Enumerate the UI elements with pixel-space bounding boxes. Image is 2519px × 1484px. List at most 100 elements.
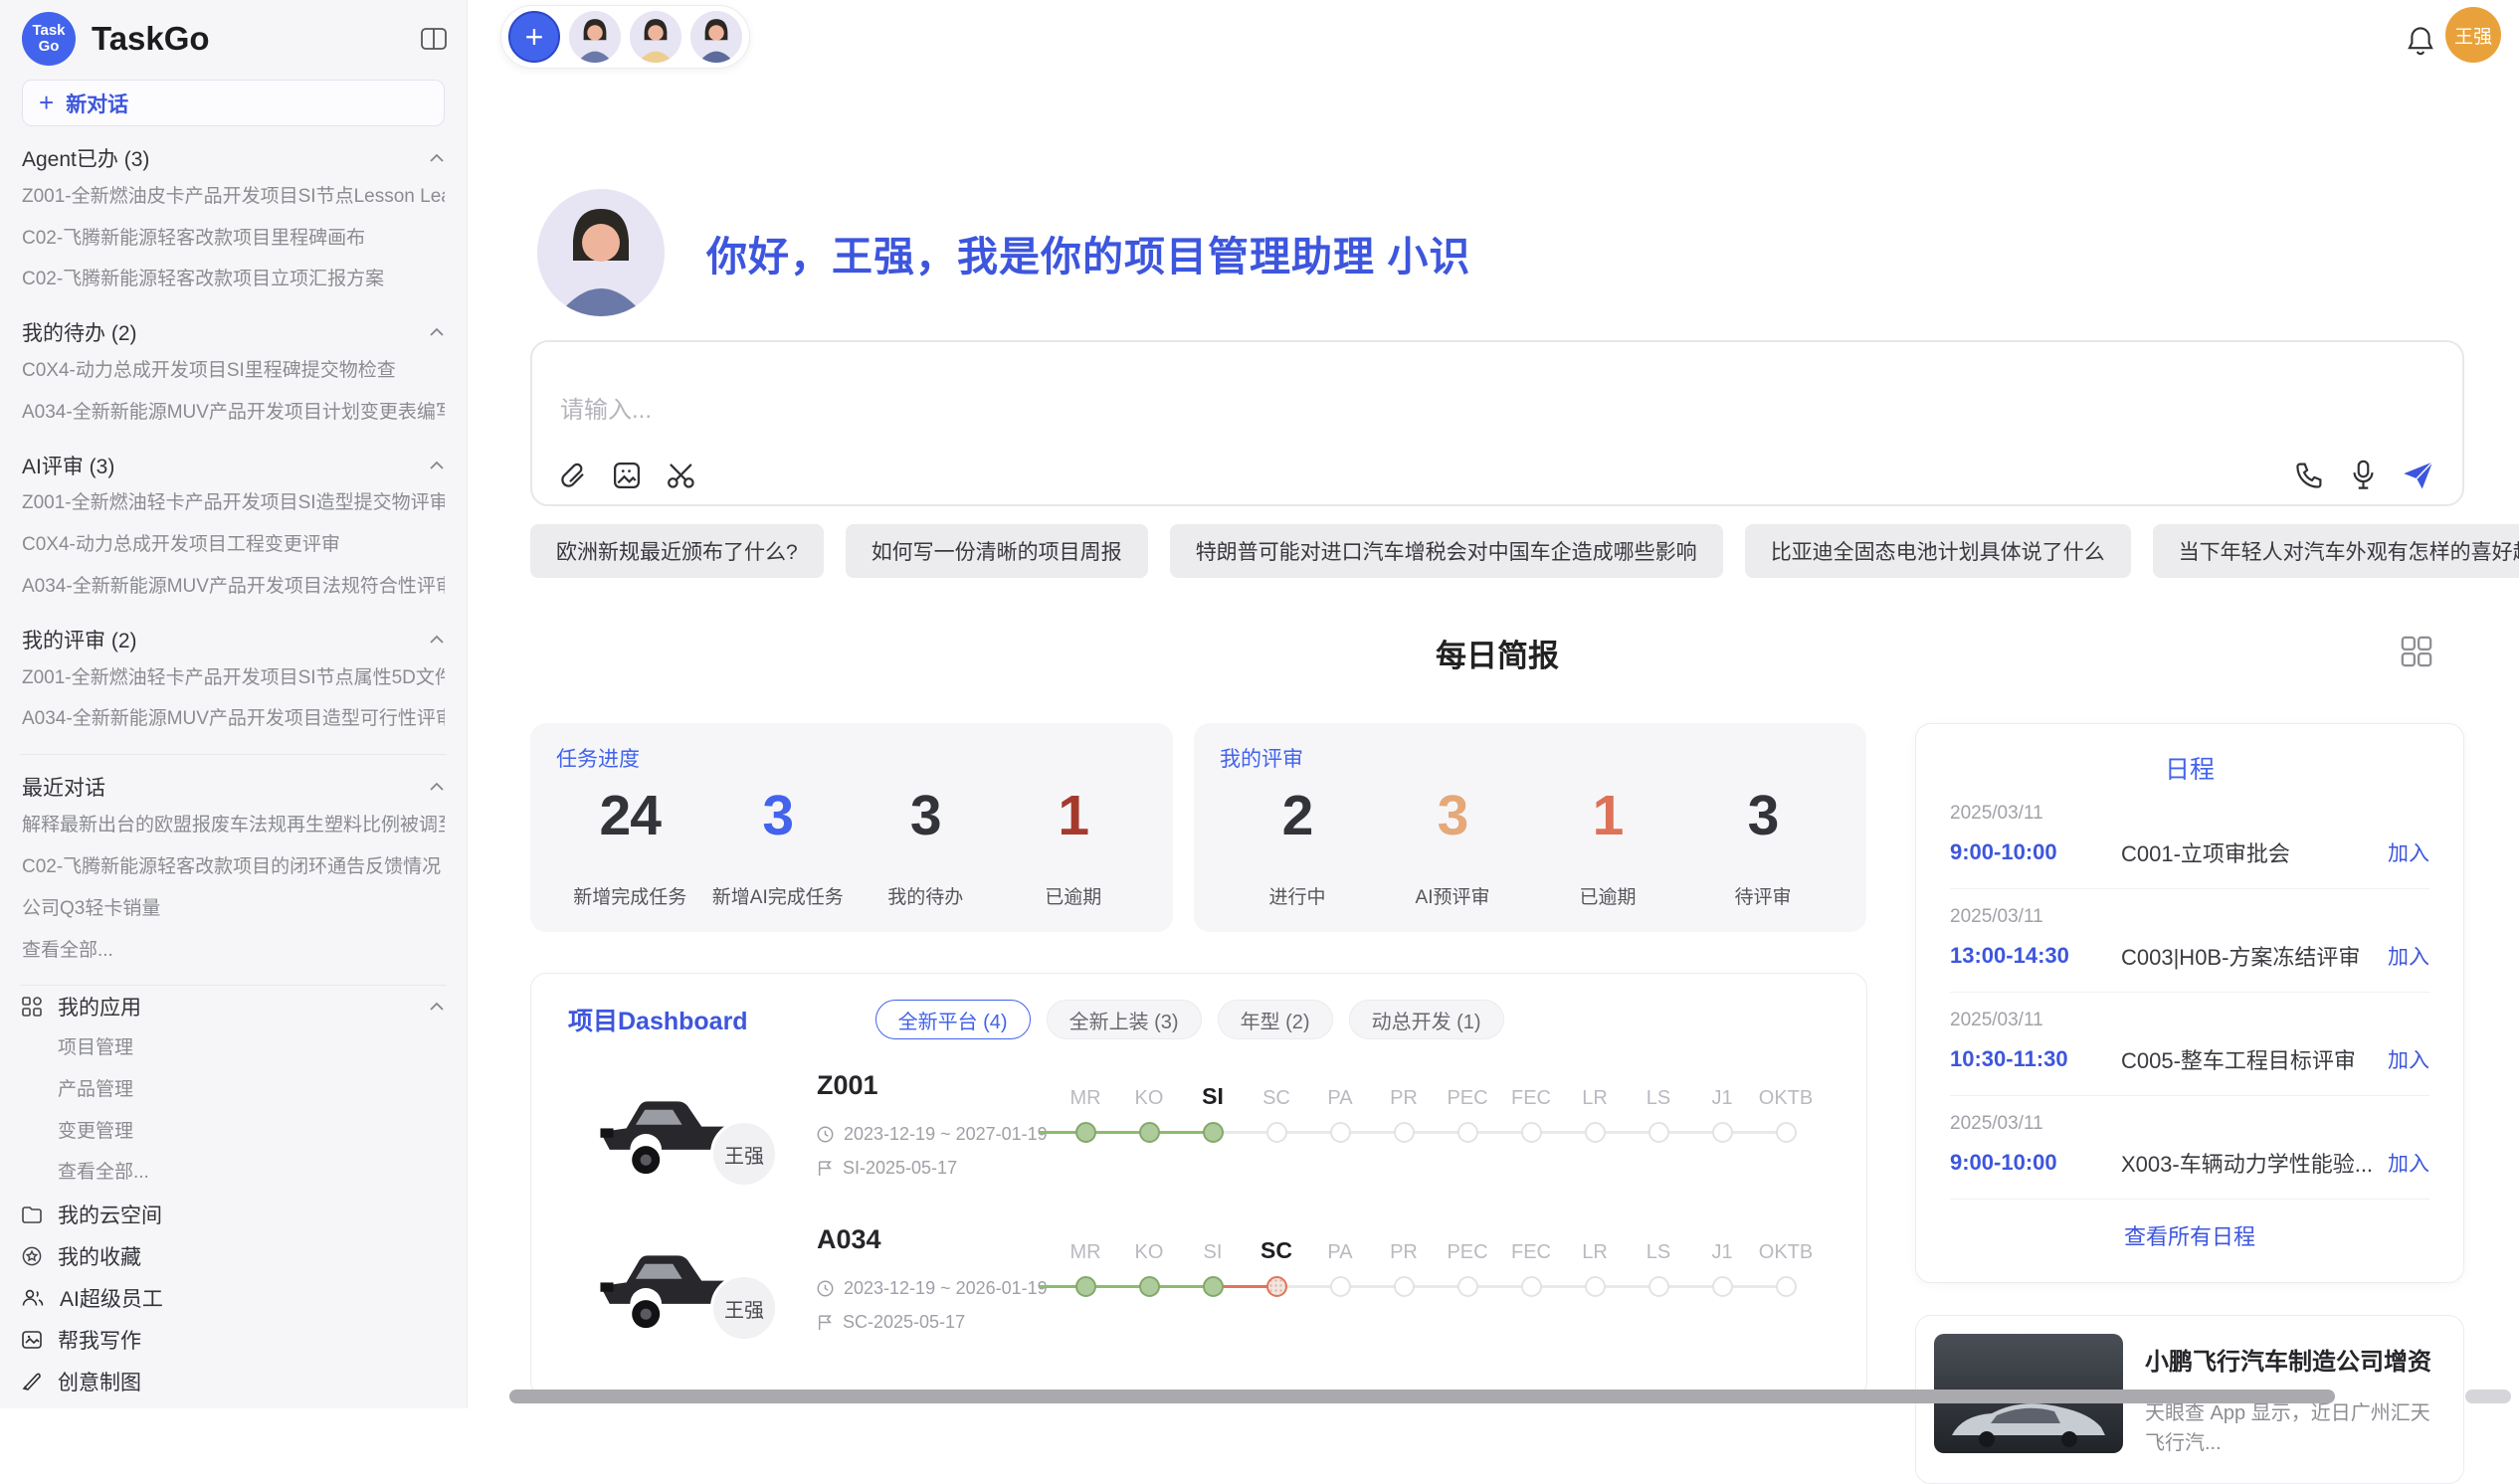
- milestone-j1: J1: [1690, 1228, 1754, 1308]
- project-row[interactable]: 王强 A034 2023-12-19 ~ 2026-01-19 SC-2025-…: [531, 1222, 1867, 1372]
- scissors-icon[interactable]: [666, 461, 697, 490]
- view-all-chats[interactable]: 查看全部...: [22, 930, 445, 972]
- avatar[interactable]: [630, 11, 681, 63]
- attachment-icon[interactable]: [558, 461, 588, 490]
- event-time: 10:30-11:30: [1950, 1046, 2121, 1072]
- suggestion-chip[interactable]: 当下年轻人对汽车外观有怎样的喜好趋势: [2153, 524, 2519, 578]
- avatar[interactable]: [569, 11, 621, 63]
- suggestion-chip[interactable]: 欧洲新规最近颁布了什么?: [530, 524, 824, 578]
- add-agent-button[interactable]: +: [508, 11, 560, 63]
- milestone-mr: MR: [1054, 1074, 1117, 1154]
- chat-input[interactable]: [560, 390, 2052, 450]
- list-item[interactable]: C02-飞腾新能源轻客改款项目里程碑画布: [22, 218, 445, 260]
- schedule-event: 2025/03/11 9:00-10:00 C001-立项审批会 加入: [1950, 786, 2429, 889]
- list-item[interactable]: C0X4-动力总成开发项目工程变更评审: [22, 524, 445, 566]
- sidebar-item-ai-super-staff[interactable]: AI超级员工: [22, 1277, 445, 1319]
- list-item[interactable]: A034-全新新能源MUV产品开发项目计划变更表编写: [22, 392, 445, 434]
- ai-super-staff-label: AI超级员工: [60, 1283, 163, 1313]
- tab-powertrain[interactable]: 动总开发 (1): [1349, 1000, 1504, 1039]
- stat: 1 已逾期: [1530, 783, 1685, 909]
- list-item[interactable]: Z001-全新燃油轻卡产品开发项目SI造型提交物评审: [22, 482, 445, 524]
- chevron-up-icon: [429, 635, 445, 645]
- horizontal-scrollbar-thumb[interactable]: [509, 1390, 2335, 1403]
- suggestion-chip[interactable]: 特朗普可能对进口汽车增税会对中国车企造成哪些影响: [1170, 524, 1723, 578]
- sidebar-item-my-apps[interactable]: 我的应用: [22, 986, 445, 1027]
- notifications-bell-icon[interactable]: [2406, 26, 2435, 58]
- project-row[interactable]: 王强 Z001 2023-12-19 ~ 2027-01-19 SI-2025-…: [531, 1068, 1867, 1217]
- event-name: C005-整车工程目标评审: [2121, 1043, 2388, 1075]
- send-icon[interactable]: [2403, 461, 2434, 490]
- stat-value: 2: [1220, 783, 1375, 848]
- stat: 3 我的待办: [852, 783, 1000, 909]
- microphone-icon[interactable]: [2350, 460, 2377, 490]
- new-chat-button[interactable]: + 新对话: [22, 80, 445, 126]
- sidebar-item-project-mgmt[interactable]: 项目管理: [22, 1027, 445, 1069]
- sidebar-item-favorites[interactable]: 我的收藏: [22, 1235, 445, 1277]
- logo-text-bottom: Go: [39, 39, 60, 55]
- owner-badge: 王强: [710, 1274, 778, 1342]
- stat-label: 我的待办: [852, 882, 1000, 909]
- stat-value: 1: [1530, 783, 1685, 848]
- schedule-event: 2025/03/11 9:00-10:00 X003-车辆动力学性能验... 加…: [1950, 1096, 2429, 1200]
- list-item[interactable]: C02-飞腾新能源轻客改款项目立项汇报方案: [22, 259, 445, 300]
- suggestion-chip[interactable]: 如何写一份清晰的项目周报: [846, 524, 1148, 578]
- phone-call-icon[interactable]: [2295, 461, 2324, 489]
- list-item[interactable]: Z001-全新燃油轻卡产品开发项目SI节点属性5D文件评审: [22, 657, 445, 699]
- view-all-schedule-link[interactable]: 查看所有日程: [1950, 1219, 2429, 1251]
- milestone-oktb: OKTB: [1754, 1228, 1818, 1308]
- tab-new-body[interactable]: 全新上装 (3): [1047, 1000, 1202, 1039]
- star-badge-icon: [22, 1246, 42, 1266]
- help-write-label: 帮我写作: [58, 1325, 141, 1355]
- stat-label: 新增完成任务: [556, 882, 704, 909]
- layout-grid-icon[interactable]: [2400, 635, 2433, 668]
- section-my-todo[interactable]: 我的待办 (2): [22, 314, 445, 350]
- join-button[interactable]: 加入: [2388, 941, 2429, 971]
- join-button[interactable]: 加入: [2388, 1148, 2429, 1178]
- milestone-pr: PR: [1372, 1228, 1436, 1308]
- view-all-apps[interactable]: 查看全部...: [22, 1152, 445, 1194]
- tab-new-platform[interactable]: 全新平台 (4): [875, 1000, 1031, 1039]
- list-item[interactable]: 公司Q3轻卡销量: [22, 888, 445, 930]
- event-name: C003|H0B-方案冻结评审: [2121, 940, 2388, 972]
- stat: 3 AI预评审: [1375, 783, 1530, 909]
- milestone-mr: MR: [1054, 1228, 1117, 1308]
- join-button[interactable]: 加入: [2388, 837, 2429, 867]
- section-label: Agent已办 (3): [22, 143, 149, 173]
- section-agent-done[interactable]: Agent已办 (3): [22, 140, 445, 176]
- tab-model-year[interactable]: 年型 (2): [1218, 1000, 1333, 1039]
- schedule-title: 日程: [1950, 750, 2429, 786]
- section-ai-review[interactable]: AI评审 (3): [22, 448, 445, 483]
- list-item[interactable]: A034-全新新能源MUV产品开发项目法规符合性评审: [22, 566, 445, 608]
- list-item[interactable]: 解释最新出台的欧盟报废车法规再生塑料比例被调至15%...: [22, 805, 445, 846]
- avatar[interactable]: [690, 11, 742, 63]
- section-label: AI评审 (3): [22, 451, 114, 480]
- sidebar-item-product-mgmt[interactable]: 产品管理: [22, 1069, 445, 1111]
- section-recent-chats[interactable]: 最近对话: [22, 769, 445, 805]
- suggestion-chip[interactable]: 比亚迪全固态电池计划具体说了什么: [1745, 524, 2131, 578]
- collapse-sidebar-icon[interactable]: [421, 28, 447, 50]
- list-item[interactable]: A034-全新新能源MUV产品开发项目造型可行性评审: [22, 698, 445, 740]
- stat-label: 已逾期: [1000, 882, 1148, 909]
- sidebar-item-creative-drawing[interactable]: 创意制图: [22, 1361, 445, 1402]
- folder-icon: [22, 1206, 42, 1223]
- sidebar-item-help-write[interactable]: 帮我写作: [22, 1319, 445, 1361]
- plus-icon: +: [39, 88, 54, 118]
- list-item[interactable]: C0X4-动力总成开发项目SI里程碑提交物检查: [22, 350, 445, 392]
- list-item[interactable]: C02-飞腾新能源轻客改款项目的闭环通告反馈情况: [22, 846, 445, 888]
- clock-icon: [817, 1280, 834, 1297]
- user-avatar[interactable]: 王强: [2445, 7, 2501, 63]
- scrollbar-corner[interactable]: [2465, 1390, 2511, 1403]
- task-progress-card: 任务进度 24 新增完成任务 3 新增AI完成任务 3 我的待办 1 已逾期: [530, 723, 1173, 932]
- join-button[interactable]: 加入: [2388, 1044, 2429, 1074]
- list-item[interactable]: Z001-全新燃油皮卡产品开发项目SI节点Lesson Learn报告: [22, 176, 445, 218]
- image-upload-icon[interactable]: [612, 461, 642, 490]
- section-my-review[interactable]: 我的评审 (2): [22, 622, 445, 657]
- milestone-pr: PR: [1372, 1074, 1436, 1154]
- news-snippet: 天眼查 App 显示，近日广州汇天飞行汽...: [2145, 1398, 2445, 1458]
- dashboard-title: 项目Dashboard: [568, 1002, 748, 1037]
- sidebar-item-change-mgmt[interactable]: 变更管理: [22, 1111, 445, 1153]
- owner-badge: 王强: [710, 1120, 778, 1188]
- event-date: 2025/03/11: [1950, 906, 2429, 928]
- project-code: A034: [817, 1224, 881, 1255]
- sidebar-item-cloud-space[interactable]: 我的云空间: [22, 1194, 445, 1235]
